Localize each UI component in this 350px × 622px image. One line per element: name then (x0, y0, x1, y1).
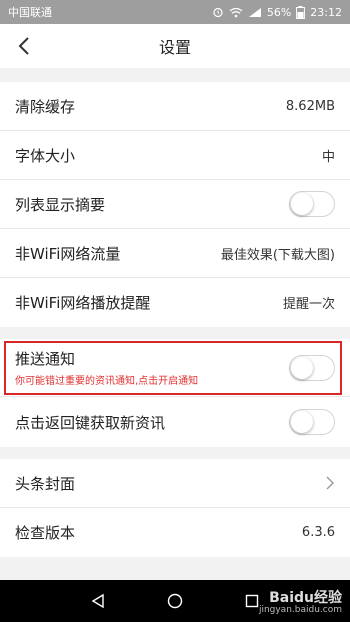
version-value: 6.3.6 (301, 525, 335, 540)
cache-size-value: 8.62MB (285, 98, 335, 114)
status-bar: 中国联通 56% 23:12 (0, 0, 350, 24)
push-notification-hint: 你可能错过重要的资讯通知,点击开启通知 (15, 376, 199, 387)
watermark: Baidu经验 jingyan.baidu.com (258, 589, 342, 616)
list-summary-label: 列表显示摘要 (15, 195, 106, 214)
recent-apps-icon[interactable] (244, 593, 260, 609)
push-notification-toggle[interactable] (289, 354, 335, 381)
watermark-brand: Baidu经验 (269, 589, 342, 606)
toggle-knob (291, 356, 313, 379)
time-text: 23:12 (310, 5, 342, 19)
list-summary-row: 列表显示摘要 (0, 180, 350, 229)
carrier-text: 中国联通 (8, 6, 52, 19)
non-wifi-traffic-label: 非WiFi网络流量 (15, 244, 121, 263)
font-size-label: 字体大小 (15, 146, 76, 165)
toggle-knob (291, 193, 313, 215)
wifi-icon (229, 7, 243, 17)
font-size-row[interactable]: 字体大小 中 (0, 131, 350, 180)
back-refresh-row: 点击返回键获取新资讯 (0, 397, 350, 447)
push-notification-text: 推送通知 你可能错过重要的资讯通知,点击开启通知 (15, 348, 198, 387)
section-gap (0, 447, 350, 459)
font-size-value: 中 (321, 149, 335, 165)
push-notification-label: 推送通知 (15, 350, 76, 368)
settings-group-notifications: 推送通知 你可能错过重要的资讯通知,点击开启通知 点击返回键获取新资讯 (0, 339, 350, 447)
non-wifi-traffic-row[interactable]: 非WiFi网络流量 最佳效果(下载大图) (0, 229, 350, 278)
check-version-row[interactable]: 检查版本 6.3.6 (0, 508, 350, 557)
check-version-label: 检查版本 (15, 524, 76, 542)
settings-group-general: 清除缓存 8.62MB 字体大小 中 列表显示摘要 非WiFi网络流量 最佳效果… (0, 82, 350, 327)
back-refresh-toggle[interactable] (289, 409, 335, 435)
non-wifi-reminder-row[interactable]: 非WiFi网络播放提醒 提醒一次 (0, 278, 350, 327)
watermark-url: jingyan.baidu.com (258, 605, 342, 616)
non-wifi-reminder-label: 非WiFi网络播放提醒 (15, 294, 151, 312)
alarm-icon (213, 7, 223, 18)
non-wifi-traffic-value: 最佳效果(下载大图) (220, 247, 335, 263)
header: 设置 (0, 24, 350, 68)
back-button[interactable] (10, 32, 38, 60)
clear-cache-row[interactable]: 清除缓存 8.62MB (0, 82, 350, 131)
settings-group-other: 头条封面 检查版本 6.3.6 (0, 459, 350, 557)
section-gap (0, 327, 350, 339)
push-notification-row: 推送通知 你可能错过重要的资讯通知,点击开启通知 (0, 339, 350, 397)
chevron-right-icon (326, 476, 334, 490)
signal-icon (248, 7, 261, 17)
page-title: 设置 (158, 38, 191, 57)
section-gap (0, 68, 350, 82)
toggle-knob (291, 411, 313, 433)
non-wifi-reminder-value: 提醒一次 (282, 297, 335, 312)
battery-icon (296, 5, 306, 19)
cover-label: 头条封面 (15, 474, 76, 493)
home-circle-icon[interactable] (167, 593, 183, 609)
back-refresh-label: 点击返回键获取新资讯 (15, 413, 166, 432)
back-triangle-icon[interactable] (90, 593, 106, 609)
status-icons: 56% 23:12 (212, 5, 342, 19)
cover-row[interactable]: 头条封面 (0, 459, 350, 508)
list-summary-toggle[interactable] (289, 191, 335, 217)
battery-text: 56% (266, 5, 292, 19)
chevron-left-icon (18, 37, 29, 55)
clear-cache-label: 清除缓存 (15, 97, 76, 116)
